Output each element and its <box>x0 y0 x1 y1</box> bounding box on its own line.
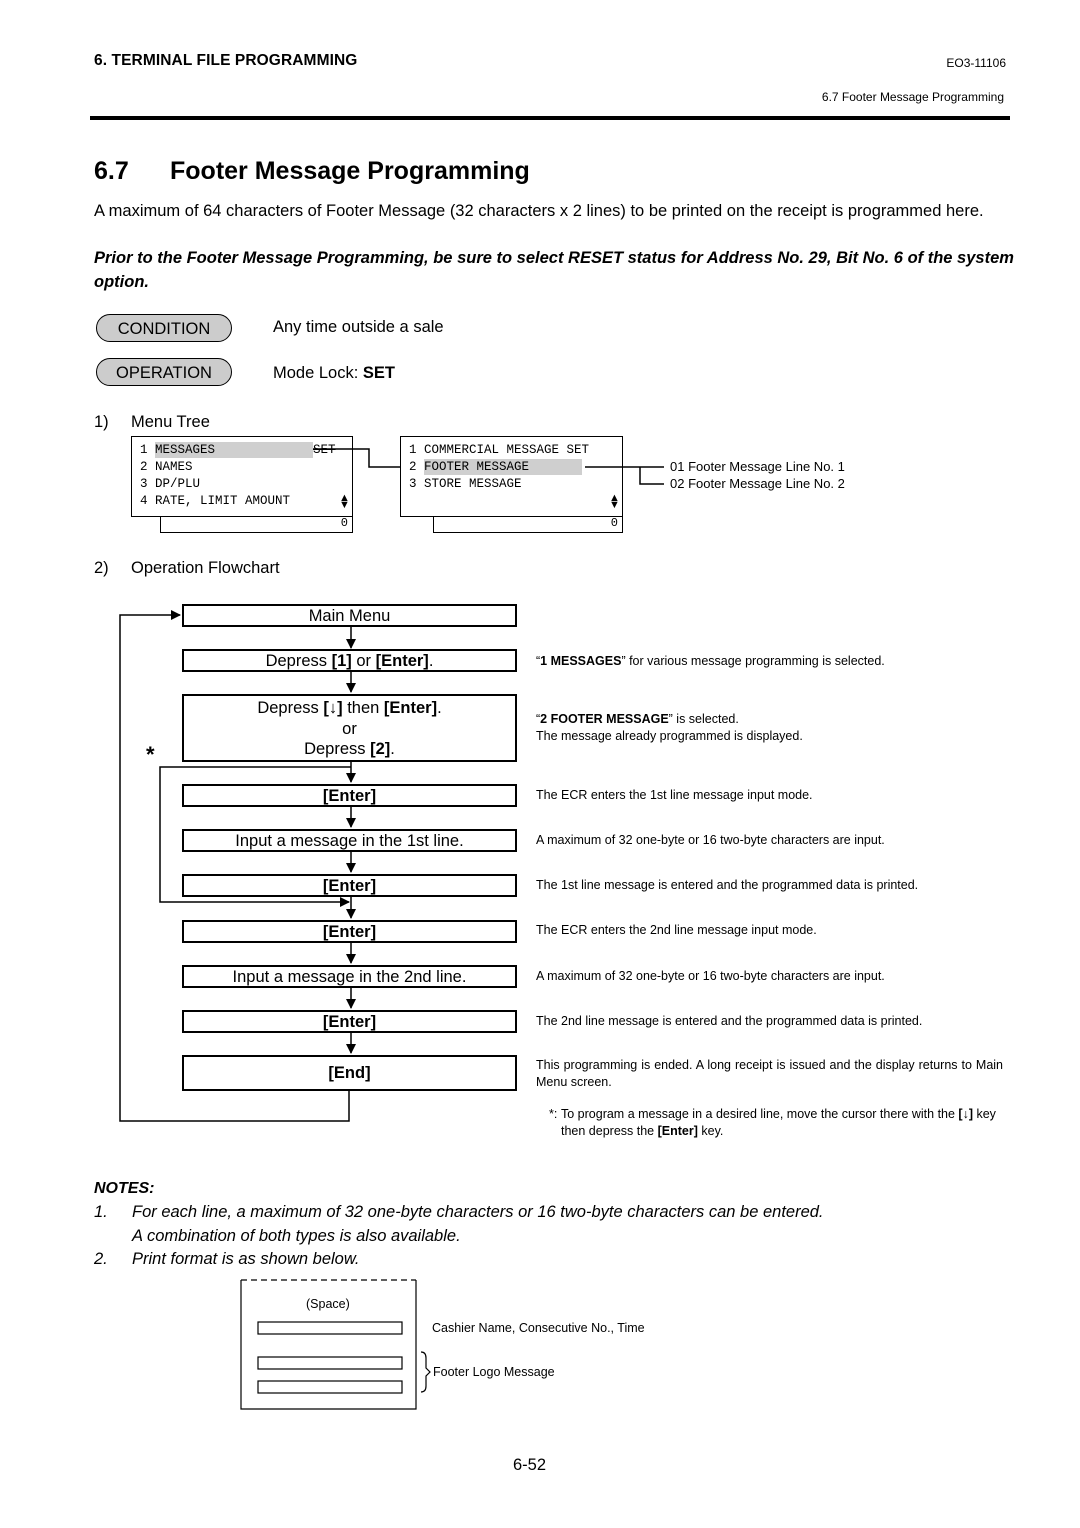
receipt-footer-label: Footer Logo Message <box>433 1365 555 1379</box>
receipt-cashier-label: Cashier Name, Consecutive No., Time <box>432 1321 645 1335</box>
receipt-space-label: (Space) <box>306 1297 350 1311</box>
page-number: 6-52 <box>513 1456 547 1474</box>
receipt-line-cashier <box>257 1321 403 1335</box>
receipt-diagram <box>240 1279 431 1410</box>
receipt-line-footer-2 <box>257 1380 403 1394</box>
receipt-line-footer-1 <box>257 1356 403 1370</box>
brace-icon <box>420 1351 431 1393</box>
